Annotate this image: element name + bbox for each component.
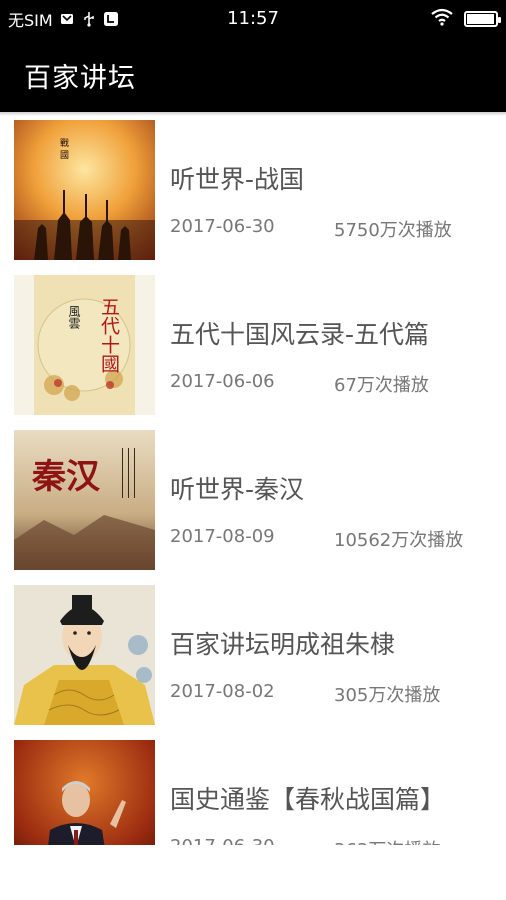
svg-text:風雲: 風雲 xyxy=(67,305,81,329)
warring-states-cover-icon: 戰 國 xyxy=(14,120,155,260)
program-title[interactable]: 国史通鉴【春秋战国篇】 xyxy=(170,780,445,816)
five-dynasties-book-cover-icon: 五代十國 風雲 xyxy=(14,275,155,415)
qin-han-cover-icon: 秦汉 xyxy=(14,430,155,570)
program-title[interactable]: 五代十国风云录-五代篇 xyxy=(170,315,429,351)
program-play-count: 10562万次播放 xyxy=(334,530,464,551)
list-item[interactable]: 五代十國 風雲 五代十国风云录-五代篇 2017-06-06 67万次播放 xyxy=(0,275,506,430)
list-item[interactable]: 国史通鉴【春秋战国篇】 2017-06-30 363万次播放 xyxy=(0,740,506,845)
program-title[interactable]: 听世界-秦汉 xyxy=(170,470,304,506)
emperor-portrait-cover-icon xyxy=(14,585,155,725)
program-play-count: 67万次播放 xyxy=(334,375,429,396)
emperor-portrait-thumbnail xyxy=(14,585,155,725)
svg-text:國: 國 xyxy=(60,150,69,161)
five-dynasties-cover-thumbnail: 五代十國 風雲 xyxy=(14,275,155,415)
cover-text: 五代十國 xyxy=(98,297,120,373)
bottom-blank-area xyxy=(0,845,506,900)
app-bar: 百家讲坛 xyxy=(0,37,506,112)
status-right xyxy=(430,0,501,37)
program-date: 2017-06-30 xyxy=(170,216,275,237)
program-title[interactable]: 百家讲坛明成祖朱棣 xyxy=(170,625,395,661)
program-date: 2017-08-02 xyxy=(170,681,275,702)
program-play-count: 5750万次播放 xyxy=(334,220,452,241)
lecturer-stage-cover-icon xyxy=(14,740,155,845)
list-item[interactable]: 戰 國 听世界-战国 2017-06-30 5750万次播放 xyxy=(0,120,506,275)
program-date: 2017-06-06 xyxy=(170,371,275,392)
svg-text:戰: 戰 xyxy=(60,137,69,149)
program-list[interactable]: 戰 國 听世界-战国 2017-06-30 5750万次播放 五代十國 風雲 五… xyxy=(0,112,506,845)
program-title[interactable]: 听世界-战国 xyxy=(170,160,304,196)
program-play-count: 305万次播放 xyxy=(334,685,441,706)
cover-text: 秦汉 xyxy=(31,457,101,497)
warring-states-cover-thumbnail: 戰 國 xyxy=(14,120,155,260)
list-item[interactable]: 秦汉 听世界-秦汉 2017-08-09 10562万次播放 xyxy=(0,430,506,585)
status-bar: 无SIM 11:57 xyxy=(0,0,506,37)
battery-icon xyxy=(464,10,501,27)
program-play-count: 363万次播放 xyxy=(334,836,440,845)
lecturer-stage-thumbnail xyxy=(14,740,155,845)
list-item[interactable]: 百家讲坛明成祖朱棣 2017-08-02 305万次播放 xyxy=(0,585,506,740)
wifi-icon xyxy=(430,8,454,30)
program-date: 2017-06-30 xyxy=(170,836,275,845)
qin-han-cover-thumbnail: 秦汉 xyxy=(14,430,155,570)
page-title: 百家讲坛 xyxy=(24,63,136,94)
program-date: 2017-08-09 xyxy=(170,526,275,547)
